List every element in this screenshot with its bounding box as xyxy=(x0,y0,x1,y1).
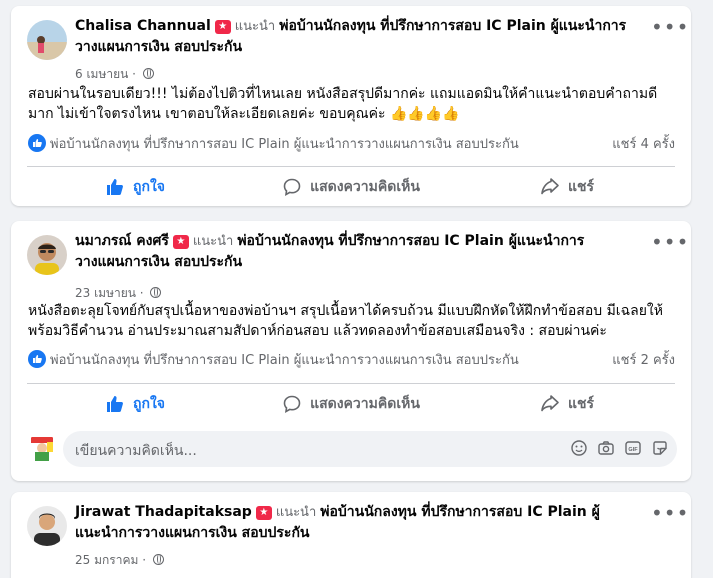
share-count[interactable]: แชร์ 4 ครั้ง xyxy=(612,134,675,156)
post-date[interactable]: 6 เมษายน xyxy=(75,67,128,81)
post-date[interactable]: 23 เมษายน xyxy=(75,286,136,300)
comment-composer: เขียนความคิดเห็น... GIF xyxy=(27,431,677,467)
share-button[interactable]: แชร์ xyxy=(459,167,675,206)
reaction-summary: พ่อบ้านนักลงทุน ที่ปรึกษาการสอบ IC Plain… xyxy=(28,134,675,156)
post-header: นมาภรณ์ คงศรี ★ แนะนำ พ่อบ้านนักลงทุน ที่ปร… xyxy=(27,231,631,300)
recommend-icon: ★ xyxy=(255,506,272,520)
post-header: Chalisa Channual ★ แนะนำ พ่อบ้านนักลงทุน ที… xyxy=(27,16,631,81)
like-reaction-icon xyxy=(28,134,46,152)
like-button[interactable]: ถูกใจ xyxy=(27,384,243,423)
comment-button[interactable]: แสดงความคิดเห็น xyxy=(243,167,459,206)
sticker-icon[interactable] xyxy=(651,439,669,457)
recommend-label: แนะนำ xyxy=(234,19,276,34)
post-text: หนังสือตะลุยโจทย์กับสรุปเนื้อหาของพ่อบ้า… xyxy=(28,303,663,339)
comment-label: แสดงความคิดเห็น xyxy=(310,178,420,195)
post-header: Jirawat Thadapitaksap ★ แนะนำ พ่อบ้านนักลงท… xyxy=(27,502,631,567)
like-button[interactable]: ถูกใจ xyxy=(27,167,243,206)
post-header-title: Jirawat Thadapitaksap ★ แนะนำ พ่อบ้านนักลงท… xyxy=(75,502,631,544)
like-reaction-icon xyxy=(28,350,46,368)
reaction-summary: พ่อบ้านนักลงทุน ที่ปรึกษาการสอบ IC Plain… xyxy=(28,350,675,372)
thumbs-up-icon xyxy=(107,395,123,412)
post-card: Jirawat Thadapitaksap ★ แนะนำ พ่อบ้านนักลงท… xyxy=(11,492,691,578)
recommend-icon: ★ xyxy=(214,20,231,34)
recommend-label: แนะนำ xyxy=(192,234,234,249)
post-header-title: Chalisa Channual ★ แนะนำ พ่อบ้านนักลงทุน ที… xyxy=(75,16,631,58)
share-count[interactable]: แชร์ 2 ครั้ง xyxy=(612,350,675,372)
comment-icon xyxy=(283,178,301,196)
svg-text:GIF: GIF xyxy=(628,447,638,453)
avatar[interactable] xyxy=(27,433,57,463)
post-card: นมาภรณ์ คงศรี ★ แนะนำพ่อบ้านนักลงทุน ที่ปร… xyxy=(11,221,691,481)
emoji-icon[interactable] xyxy=(570,439,588,457)
post-date[interactable]: 25 มกราคม xyxy=(75,553,138,567)
share-label: แชร์ xyxy=(567,395,595,412)
thumbs-up-icon xyxy=(107,178,123,195)
avatar[interactable] xyxy=(27,506,67,546)
like-label: ถูกใจ xyxy=(133,395,165,412)
recommend-icon: ★ xyxy=(172,235,189,249)
comment-input[interactable]: เขียนความคิดเห็น... GIF xyxy=(63,431,677,467)
camera-icon[interactable] xyxy=(597,439,615,457)
post-meta: 6 เมษายน · xyxy=(75,66,154,82)
comment-placeholder: เขียนความคิดเห็น... xyxy=(75,443,197,459)
globe-icon xyxy=(152,554,164,565)
share-button[interactable]: แชร์ xyxy=(459,384,675,423)
more-options-icon[interactable]: ••• xyxy=(651,503,688,523)
like-label: ถูกใจ xyxy=(133,178,165,195)
author-name[interactable]: Chalisa Channual xyxy=(75,18,211,34)
share-icon xyxy=(541,394,559,411)
action-bar: ถูกใจ แสดงความคิดเห็น แชร์ xyxy=(27,383,675,423)
share-label: แชร์ xyxy=(567,178,595,195)
post-card: Chalisa Channual ★ แนะนำพ่อบ้านนักลงทุน ที… xyxy=(11,6,691,206)
author-name[interactable]: นมาภรณ์ คงศรี xyxy=(75,233,169,249)
gif-icon[interactable]: GIF xyxy=(624,439,642,457)
action-bar: ถูกใจ แสดงความคิดเห็น แชร์ xyxy=(27,166,675,206)
post-text: สอบผ่านในรอบเดียว!!! ไม่ต้องไปติวที่ไหนเ… xyxy=(28,86,658,122)
avatar[interactable] xyxy=(27,20,67,60)
globe-icon xyxy=(142,68,154,79)
comment-tools: GIF xyxy=(570,439,669,457)
globe-icon xyxy=(150,287,162,298)
share-icon xyxy=(541,177,559,194)
avatar[interactable] xyxy=(27,235,67,275)
recommend-label: แนะนำ xyxy=(275,505,317,520)
comment-label: แสดงความคิดเห็น xyxy=(310,395,420,412)
comment-button[interactable]: แสดงความคิดเห็น xyxy=(243,384,459,423)
reaction-page-name[interactable]: พ่อบ้านนักลงทุน ที่ปรึกษาการสอบ IC Plain… xyxy=(50,353,519,368)
post-meta: 25 มกราคม · xyxy=(75,552,164,568)
post-meta: 23 เมษายน · xyxy=(75,285,162,301)
more-options-icon[interactable]: ••• xyxy=(651,232,688,252)
reaction-page-name[interactable]: พ่อบ้านนักลงทุน ที่ปรึกษาการสอบ IC Plain… xyxy=(50,137,519,152)
comment-icon xyxy=(283,395,301,413)
author-name[interactable]: Jirawat Thadapitaksap xyxy=(75,504,252,520)
post-header-title: นมาภรณ์ คงศรี ★ แนะนำ พ่อบ้านนักลงทุน ที่ปร… xyxy=(75,231,631,273)
more-options-icon[interactable]: ••• xyxy=(651,17,688,37)
